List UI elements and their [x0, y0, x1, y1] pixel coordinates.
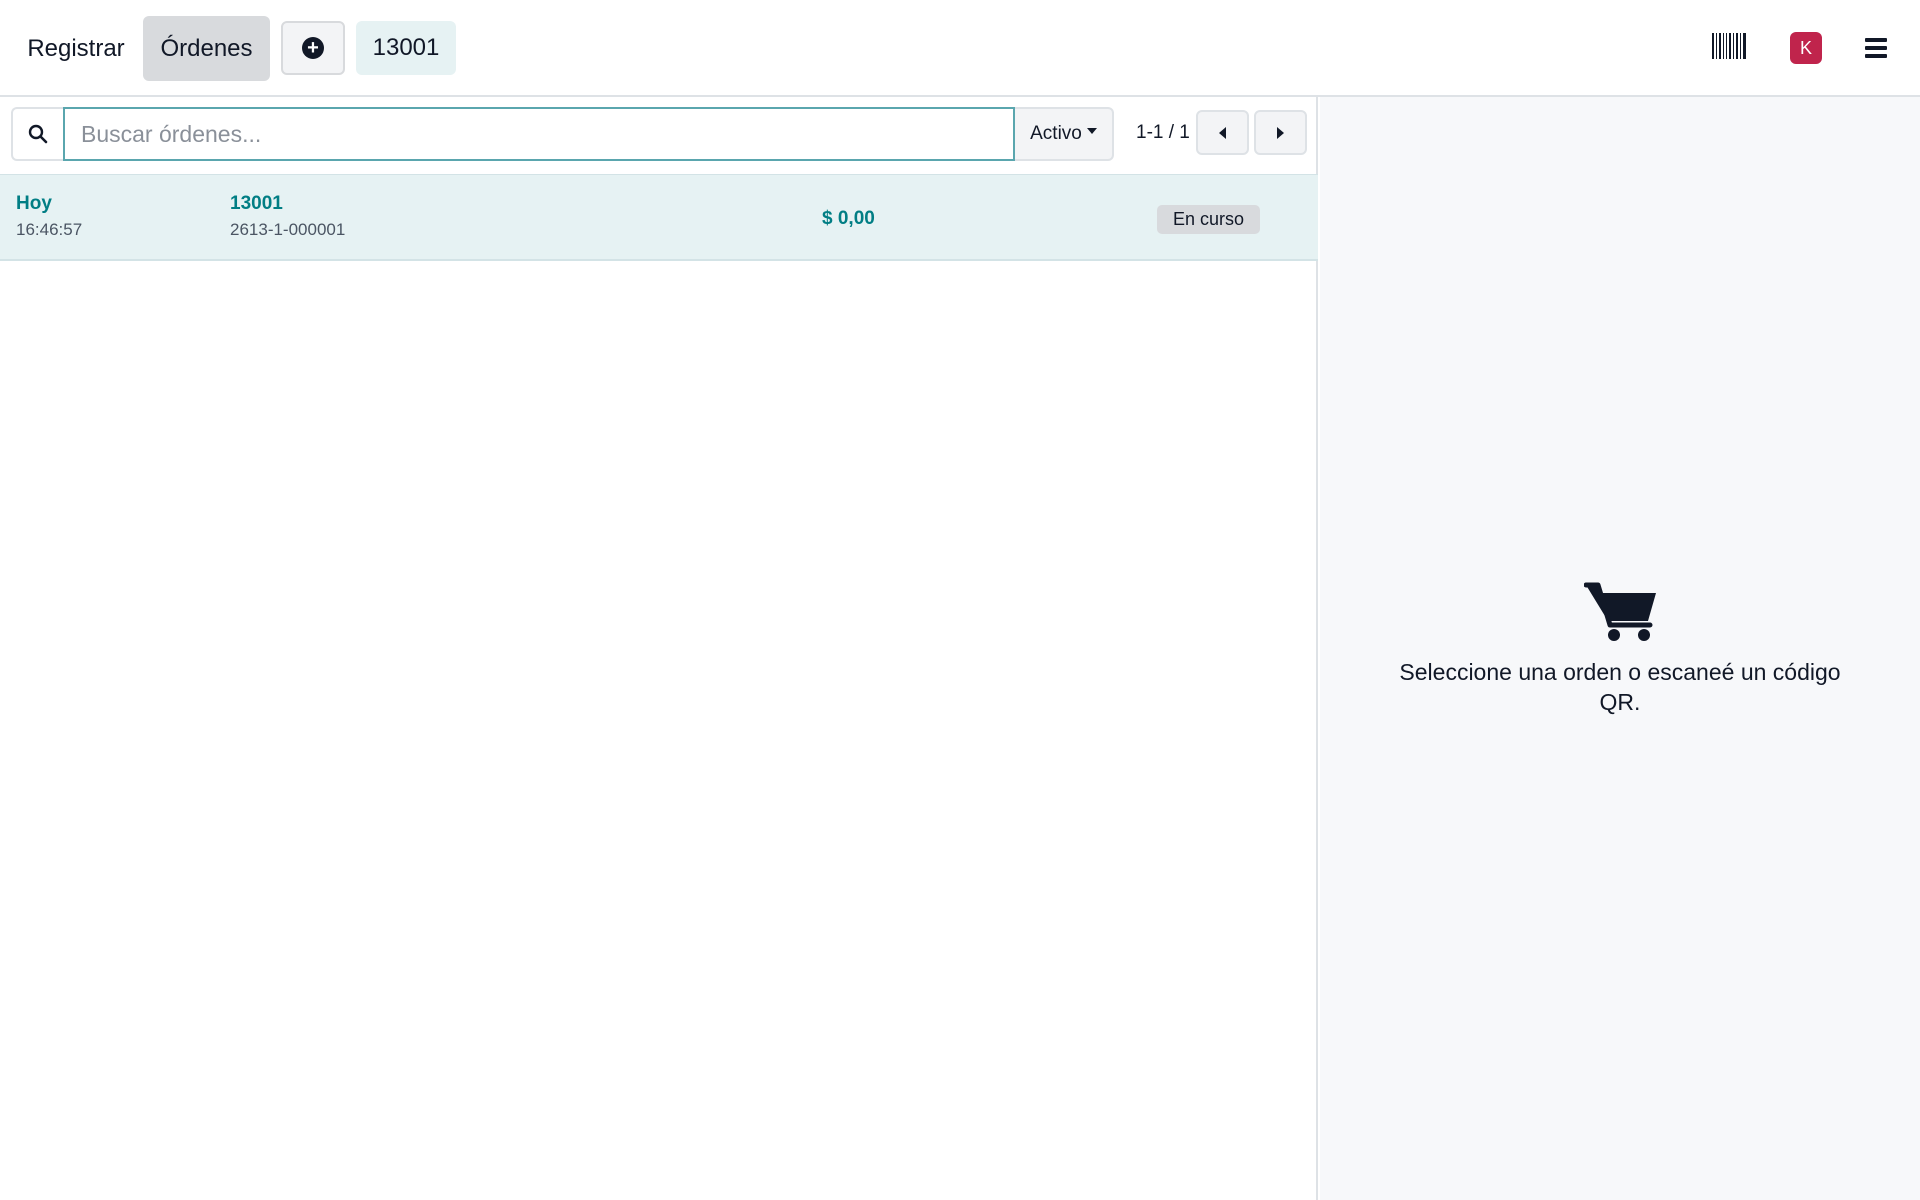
barcode-icon[interactable]: [1712, 33, 1746, 59]
status-filter-label: Activo: [1030, 123, 1082, 144]
new-order-button[interactable]: +: [281, 21, 345, 75]
status-badge: En curso: [1157, 205, 1261, 234]
order-row[interactable]: Hoy 16:46:57 13001 2613-1-000001 $ 0,00 …: [0, 174, 1318, 261]
search-bar: Activo 1-1 / 1: [11, 107, 1307, 162]
hamburger-menu-icon[interactable]: [1865, 38, 1887, 58]
order-date-cell: Hoy 16:46:57: [16, 193, 82, 240]
pager-previous-button[interactable]: [1196, 110, 1249, 155]
pager-next-button[interactable]: [1254, 110, 1307, 155]
order-amount: $ 0,00: [822, 208, 875, 229]
order-detail-panel: Seleccione una orden o escaneé un código…: [1320, 97, 1920, 1200]
orders-tab-button[interactable]: Órdenes: [143, 16, 270, 81]
search-icon[interactable]: [11, 107, 63, 161]
caret-down-icon: [1086, 128, 1097, 134]
shopping-cart-icon: [1584, 582, 1656, 641]
register-tab-button[interactable]: Registrar: [12, 16, 140, 81]
caret-left-icon: [1219, 126, 1226, 139]
search-input[interactable]: [63, 107, 1015, 161]
active-order-tab[interactable]: 13001: [356, 21, 456, 75]
order-name: 13001: [230, 193, 283, 214]
plus-circle-icon: +: [302, 37, 324, 59]
order-date: Hoy: [16, 193, 52, 214]
pager-counter: 1-1 / 1: [1136, 122, 1190, 143]
top-navbar: Registrar Órdenes + 13001 K: [0, 0, 1920, 97]
caret-right-icon: [1277, 126, 1284, 139]
empty-state-message: Seleccione una orden o escaneé un código…: [1399, 659, 1841, 715]
orders-list-panel: Activo 1-1 / 1 Hoy 16:46:57 13001 2613-1…: [0, 97, 1318, 1200]
order-time: 16:46:57: [16, 220, 83, 239]
order-reference-cell: 13001 2613-1-000001: [230, 193, 345, 240]
user-avatar[interactable]: K: [1790, 32, 1822, 64]
status-filter-dropdown[interactable]: Activo: [1015, 107, 1114, 161]
order-reference: 2613-1-000001: [230, 220, 346, 239]
